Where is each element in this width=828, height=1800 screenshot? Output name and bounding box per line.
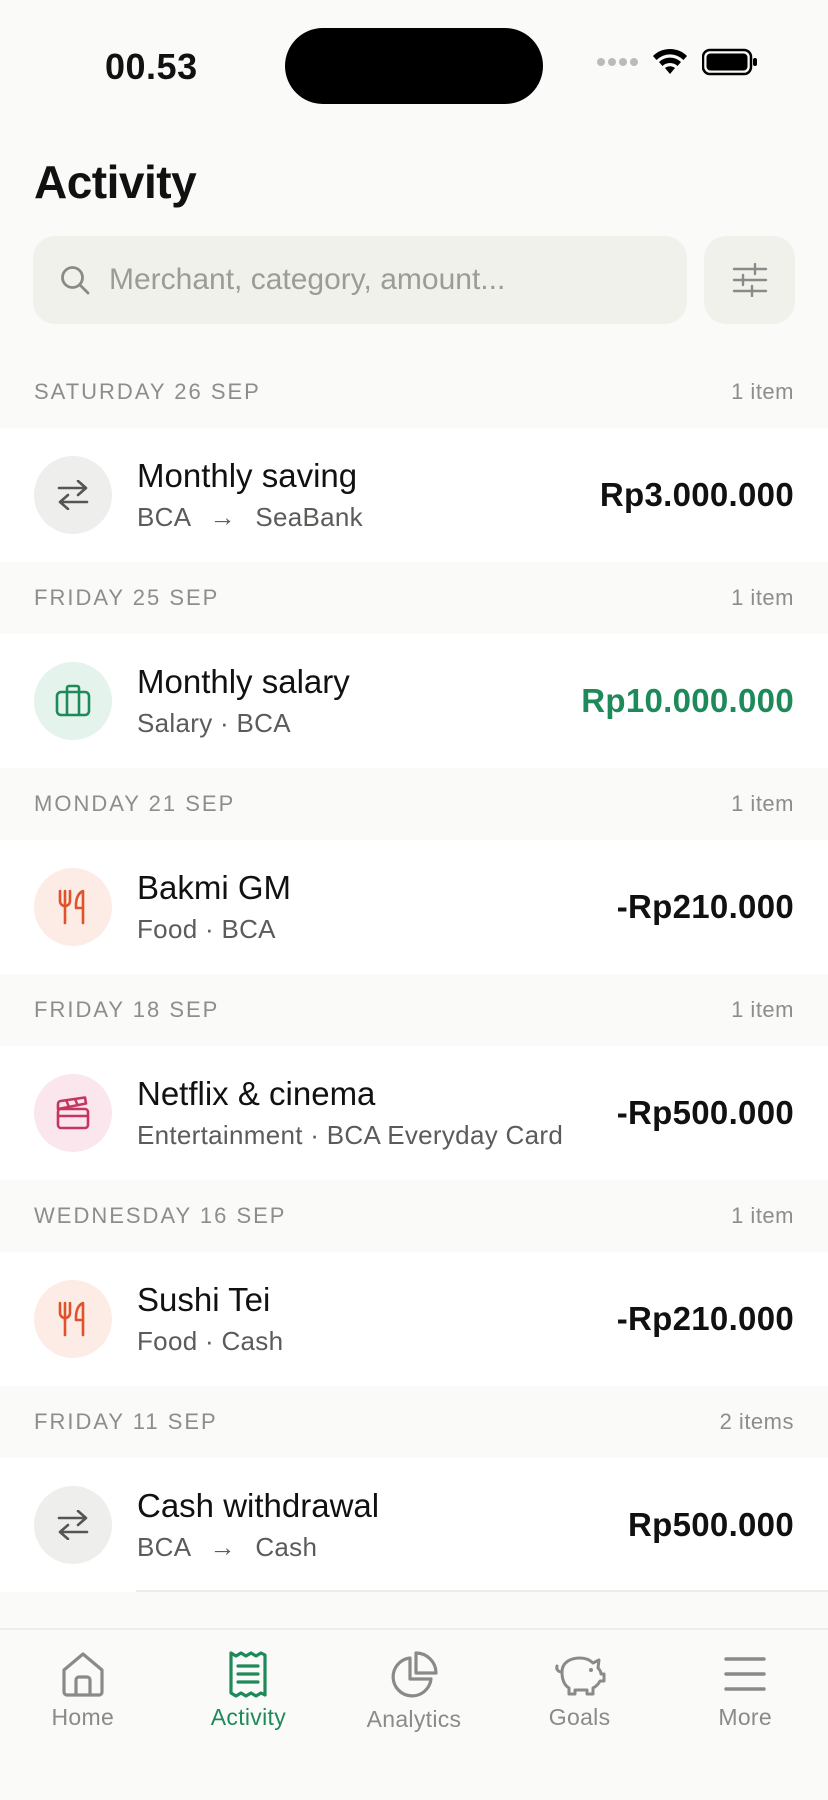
group-count: 1 item	[731, 379, 794, 404]
battery-icon	[702, 48, 757, 76]
group-count: 1 item	[731, 585, 794, 610]
transaction-amount: Rp10.000.000	[581, 682, 794, 719]
transfer-to: Cash	[255, 1532, 318, 1563]
group-count: 1 item	[731, 1203, 794, 1228]
receipt-icon	[229, 1651, 267, 1698]
search-input[interactable]	[109, 263, 669, 297]
tab-bar: Home Activity Analytics Goals More	[0, 1628, 828, 1800]
transaction-row[interactable]: Cash withdrawal BCA → Cash Rp500.000	[0, 1458, 828, 1592]
transaction-title: Monthly saving	[137, 456, 358, 494]
transfer-icon	[34, 456, 112, 534]
transaction-title: Bakmi GM	[137, 868, 292, 906]
transaction-title: Netflix & cinema	[137, 1074, 376, 1112]
transaction-title: Sushi Tei	[137, 1280, 271, 1318]
group-count: 2 items	[719, 1409, 794, 1434]
group-date: MONDAY 21 SEP	[34, 791, 236, 816]
transaction-row[interactable]: Netflix & cinema Entertainment · BCA Eve…	[0, 1046, 828, 1180]
search-box[interactable]	[33, 236, 687, 324]
group-header: FRIDAY 11 SEP 2 items	[0, 1386, 828, 1458]
transfer-to: SeaBank	[255, 502, 363, 533]
wifi-icon	[653, 48, 687, 74]
group-header: WEDNESDAY 16 SEP 1 item	[0, 1180, 828, 1252]
row-divider	[136, 1590, 828, 1592]
date-group: WEDNESDAY 16 SEP 1 item Sushi Tei Food ·…	[0, 1180, 828, 1386]
filter-button[interactable]	[704, 236, 795, 324]
transaction-amount: -Rp210.000	[616, 888, 794, 925]
fork-knife-icon	[34, 868, 112, 946]
date-group: MONDAY 21 SEP 1 item Bakmi GM Food · BCA…	[0, 768, 828, 974]
group-count: 1 item	[731, 997, 794, 1022]
search-icon	[61, 266, 90, 295]
status-icons	[596, 48, 758, 76]
group-header: FRIDAY 18 SEP 1 item	[0, 974, 828, 1046]
group-header: MONDAY 21 SEP 1 item	[0, 768, 828, 840]
transaction-amount: Rp500.000	[628, 1506, 794, 1543]
home-icon	[62, 1652, 104, 1697]
fork-knife-icon	[34, 1280, 112, 1358]
tab-analytics[interactable]: Analytics	[331, 1630, 497, 1800]
tab-goals[interactable]: Goals	[497, 1630, 663, 1800]
transaction-subtitle: BCA → Cash	[137, 1532, 628, 1563]
transfer-from: BCA	[137, 502, 190, 533]
group-header: SATURDAY 26 SEP 1 item	[0, 356, 828, 428]
transfer-icon	[34, 1486, 112, 1564]
date-group: FRIDAY 18 SEP 1 item Netflix & cinema En…	[0, 974, 828, 1180]
transaction-row[interactable]: Sushi Tei Food · Cash -Rp210.000	[0, 1252, 828, 1386]
briefcase-icon	[34, 662, 112, 740]
group-header: FRIDAY 25 SEP 1 item	[0, 562, 828, 634]
arrow-right-icon: →	[209, 1532, 236, 1563]
activity-list: SATURDAY 26 SEP 1 item Monthly saving BC…	[0, 356, 828, 1592]
transaction-amount: -Rp210.000	[616, 1300, 794, 1337]
status-time: 00.53	[105, 46, 198, 87]
transaction-subtitle: Food · Cash	[137, 1326, 284, 1357]
transaction-title: Cash withdrawal	[137, 1486, 380, 1524]
tab-label: Activity	[210, 1704, 287, 1730]
group-date: FRIDAY 25 SEP	[34, 585, 220, 610]
menu-icon	[724, 1657, 766, 1691]
transaction-amount: -Rp500.000	[616, 1094, 794, 1131]
group-date: WEDNESDAY 16 SEP	[34, 1203, 287, 1228]
transaction-subtitle: Food · BCA	[137, 914, 276, 945]
clapperboard-icon	[34, 1074, 112, 1152]
page-title: Activity	[34, 156, 197, 208]
group-date: FRIDAY 18 SEP	[34, 997, 220, 1022]
piggy-bank-icon	[554, 1656, 606, 1696]
tab-label: Analytics	[366, 1706, 462, 1732]
transaction-subtitle: BCA → SeaBank	[137, 502, 600, 533]
cellular-signal-icon	[597, 58, 638, 66]
pie-chart-icon	[391, 1651, 438, 1698]
tab-home[interactable]: Home	[0, 1630, 166, 1800]
transaction-subtitle: Salary · BCA	[137, 708, 291, 739]
transaction-row[interactable]: Bakmi GM Food · BCA -Rp210.000	[0, 840, 828, 974]
date-group: FRIDAY 25 SEP 1 item Monthly salary Sala…	[0, 562, 828, 768]
transaction-row[interactable]: Monthly saving BCA → SeaBank Rp3.000.000	[0, 428, 828, 562]
arrow-right-icon: →	[209, 502, 236, 533]
group-date: FRIDAY 11 SEP	[34, 1409, 218, 1434]
transaction-title: Monthly salary	[137, 662, 350, 700]
date-group: FRIDAY 11 SEP 2 items Cash withdrawal BC…	[0, 1386, 828, 1592]
tab-activity[interactable]: Activity	[166, 1630, 332, 1800]
transaction-row[interactable]: Monthly salary Salary · BCA Rp10.000.000	[0, 634, 828, 768]
transaction-subtitle: Entertainment · BCA Everyday Card	[137, 1120, 564, 1151]
dynamic-island	[285, 28, 543, 104]
tab-more[interactable]: More	[662, 1630, 828, 1800]
date-group: SATURDAY 26 SEP 1 item Monthly saving BC…	[0, 356, 828, 562]
tab-label: Home	[51, 1704, 115, 1730]
transaction-amount: Rp3.000.000	[599, 476, 794, 513]
group-date: SATURDAY 26 SEP	[34, 379, 261, 404]
transfer-from: BCA	[137, 1532, 190, 1563]
tab-label: Goals	[548, 1704, 611, 1730]
tab-label: More	[718, 1704, 772, 1730]
sliders-icon	[732, 263, 767, 297]
group-count: 1 item	[731, 791, 794, 816]
status-bar: 00.53	[0, 0, 828, 130]
